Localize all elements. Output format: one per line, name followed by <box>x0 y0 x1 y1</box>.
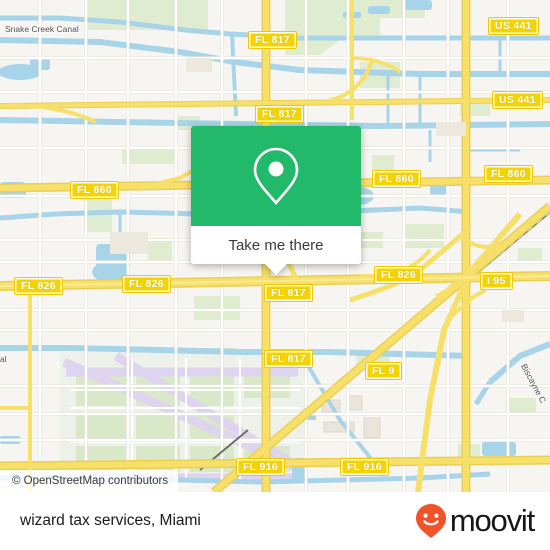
road-shield: US 441 <box>492 91 543 109</box>
moovit-wordmark: moovit <box>449 503 535 538</box>
road-shield: FL 9 <box>365 362 402 380</box>
road-shield: FL 817 <box>248 31 297 49</box>
popup-pin-area <box>191 126 361 226</box>
map-screenshot: Snake Creek Canal al Biscayne C FL 817 US 4… <box>0 0 550 550</box>
road-shield: FL 817 <box>264 350 313 368</box>
osm-attribution[interactable]: © OpenStreetMap contributors <box>0 470 179 492</box>
place-label: Snake Creek Canal <box>5 24 79 34</box>
road-shield: FL 916 <box>340 458 389 476</box>
place-label: al <box>0 354 7 364</box>
map-pin-icon <box>253 147 299 206</box>
popup-action-area[interactable]: Take me there <box>191 226 361 275</box>
location-title: wizard tax services, Miami <box>20 512 201 529</box>
map-canvas[interactable]: Snake Creek Canal al Biscayne C FL 817 US 4… <box>0 0 550 492</box>
road-shield: FL 860 <box>70 181 119 199</box>
road-shield: FL 817 <box>255 105 304 123</box>
road-shield: US 441 <box>488 17 539 35</box>
moovit-pin-smile-icon <box>415 504 446 538</box>
footer-bar: wizard tax services, Miami moovit <box>0 492 550 550</box>
road-shield: FL 826 <box>374 266 423 284</box>
moovit-brand[interactable]: moovit <box>414 503 535 539</box>
road-shield: FL 826 <box>122 275 171 293</box>
road-shield: FL 860 <box>484 165 533 183</box>
location-popup-card[interactable]: Take me there <box>191 126 361 275</box>
take-me-there-label: Take me there <box>228 236 324 254</box>
popup-pointer <box>265 264 287 275</box>
road-shield: FL 826 <box>14 277 63 295</box>
road-shield: FL 817 <box>264 284 313 302</box>
road-shield: FL 860 <box>372 170 421 188</box>
road-shield: FL 916 <box>236 458 285 476</box>
road-shield: I 95 <box>480 272 513 290</box>
